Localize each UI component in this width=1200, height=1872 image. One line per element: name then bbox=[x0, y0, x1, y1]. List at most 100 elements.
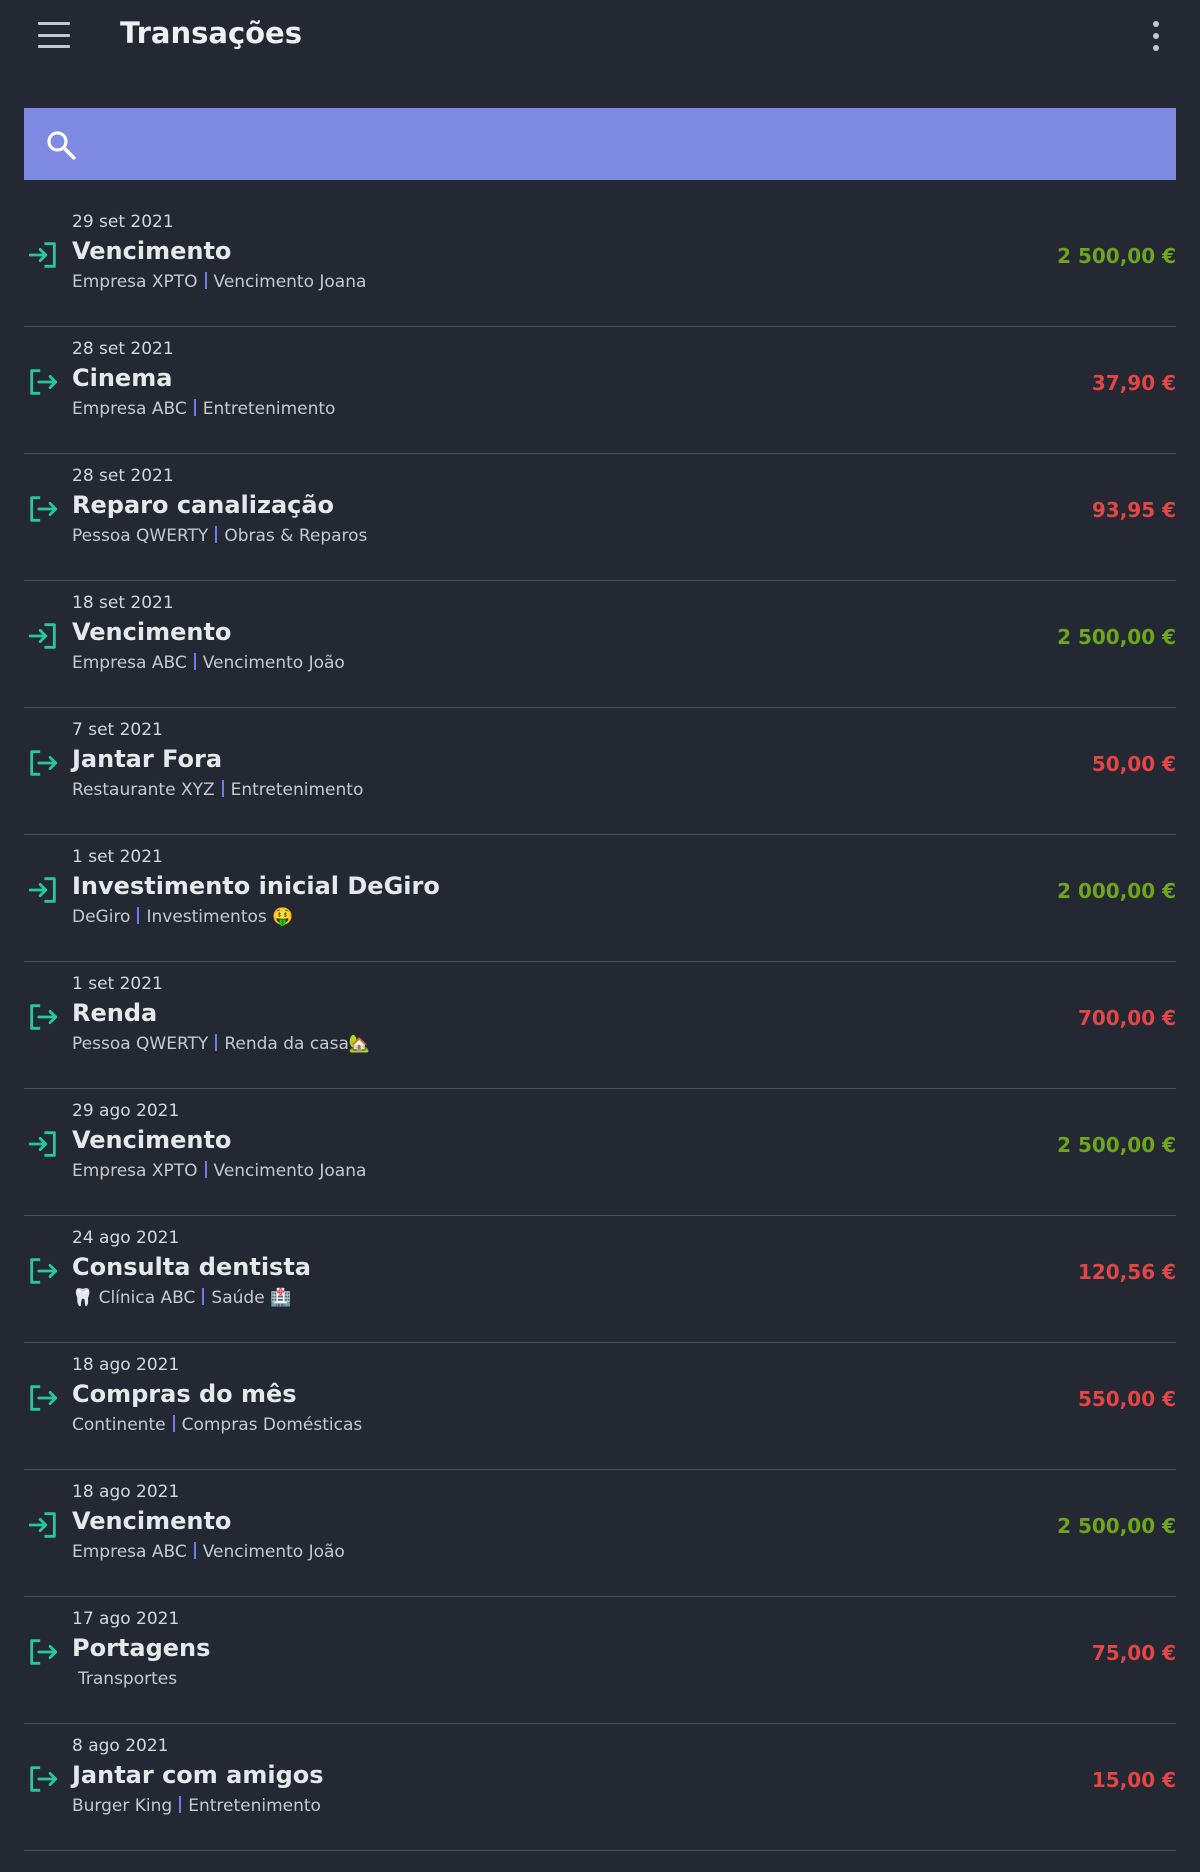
meta-separator bbox=[193, 1542, 196, 1559]
transaction-row[interactable]: 18 set 2021 Vencimento Empresa ABC Vencim… bbox=[24, 581, 1176, 708]
transaction-category: Entretenimento bbox=[230, 780, 364, 800]
transaction-entity: Continente bbox=[72, 1415, 166, 1435]
transaction-category: Investimentos 🤑 bbox=[146, 907, 294, 927]
meta-separator bbox=[137, 907, 140, 924]
transaction-entity: 🦷 Clínica ABC bbox=[72, 1288, 196, 1308]
transaction-row[interactable]: 29 ago 2021 Vencimento Empresa XPTO Venci… bbox=[24, 1089, 1176, 1216]
transaction-category: Entretenimento bbox=[202, 399, 336, 419]
transaction-meta: Empresa XPTO Vencimento Joana bbox=[72, 1161, 366, 1181]
transaction-name: Compras do mês bbox=[72, 1380, 297, 1408]
transaction-category: Saúde 🏥 bbox=[211, 1288, 292, 1308]
transaction-row[interactable]: 24 ago 2021 Consulta dentista 🦷 Clínica … bbox=[24, 1216, 1176, 1343]
more-vertical-icon[interactable] bbox=[1150, 21, 1162, 51]
transaction-category: Transportes bbox=[78, 1669, 178, 1689]
transaction-meta: Empresa ABC Entretenimento bbox=[72, 399, 335, 419]
transaction-row[interactable]: 1 set 2021 Investimento inicial DeGiro D… bbox=[24, 835, 1176, 962]
login-arrow-icon bbox=[28, 623, 56, 649]
meta-separator bbox=[204, 272, 207, 289]
transaction-row[interactable]: 28 set 2021 Cinema Empresa ABC Entretenim… bbox=[24, 327, 1176, 454]
meta-separator bbox=[204, 1161, 207, 1178]
logout-arrow-icon bbox=[30, 1639, 58, 1665]
logout-arrow-icon bbox=[30, 1766, 58, 1792]
transaction-date: 7 set 2021 bbox=[72, 720, 163, 740]
meta-separator bbox=[215, 1034, 218, 1051]
transaction-name: Portagens bbox=[72, 1634, 211, 1662]
transaction-date: 8 ago 2021 bbox=[72, 1736, 169, 1756]
transaction-entity: Pessoa QWERTY bbox=[72, 1034, 209, 1054]
transaction-date: 18 ago 2021 bbox=[72, 1355, 180, 1375]
transaction-date: 1 set 2021 bbox=[72, 847, 163, 867]
meta-separator bbox=[221, 780, 224, 797]
transaction-name: Consulta dentista bbox=[72, 1253, 312, 1281]
transaction-meta: Restaurante XYZ Entretenimento bbox=[72, 780, 363, 800]
login-arrow-icon bbox=[28, 877, 56, 903]
transaction-entity: Restaurante XYZ bbox=[72, 780, 215, 800]
transaction-name: Investimento inicial DeGiro bbox=[72, 872, 440, 900]
logout-arrow-icon bbox=[30, 369, 58, 395]
transaction-category: Vencimento Joana bbox=[213, 272, 367, 292]
transaction-row[interactable]: 17 ago 2021 Portagens Transportes 75,00 … bbox=[24, 1597, 1176, 1724]
transaction-category: Vencimento João bbox=[202, 653, 345, 673]
transaction-date: 17 ago 2021 bbox=[72, 1609, 180, 1629]
transaction-entity: Empresa XPTO bbox=[72, 1161, 198, 1181]
transaction-name: Vencimento bbox=[72, 618, 232, 646]
hamburger-menu-icon[interactable] bbox=[38, 22, 70, 48]
search-input[interactable] bbox=[104, 108, 1158, 182]
transaction-meta: Empresa XPTO Vencimento Joana bbox=[72, 272, 366, 292]
transaction-date: 24 ago 2021 bbox=[72, 1228, 180, 1248]
transaction-category: Entretenimento bbox=[188, 1796, 321, 1816]
transaction-amount: 2 000,00 € bbox=[1057, 879, 1176, 903]
search-bar[interactable] bbox=[24, 108, 1176, 182]
app-bar: Transações bbox=[0, 0, 1200, 72]
meta-separator bbox=[193, 399, 196, 416]
transaction-row[interactable]: 18 ago 2021 Vencimento Empresa ABC Vencim… bbox=[24, 1470, 1176, 1597]
transaction-row[interactable]: 8 ago 2021 Jantar com amigos Burger King… bbox=[24, 1724, 1176, 1851]
transaction-date: 29 set 2021 bbox=[72, 212, 174, 232]
transaction-name: Reparo canalização bbox=[72, 491, 335, 519]
transaction-meta: DeGiro Investimentos 🤑 bbox=[72, 907, 293, 927]
transaction-amount: 700,00 € bbox=[1077, 1006, 1176, 1030]
transaction-entity: Empresa ABC bbox=[72, 653, 187, 673]
transaction-amount: 120,56 € bbox=[1077, 1260, 1176, 1284]
transaction-row[interactable]: 28 set 2021 Reparo canalização Pessoa QW… bbox=[24, 454, 1176, 581]
transaction-category: Obras & Reparos bbox=[224, 526, 368, 546]
transaction-date: 18 set 2021 bbox=[72, 593, 174, 613]
transaction-category: Renda da casa🏡 bbox=[224, 1034, 371, 1054]
transaction-amount: 2 500,00 € bbox=[1057, 1514, 1176, 1538]
transaction-date: 1 set 2021 bbox=[72, 974, 163, 994]
page-title: Transações bbox=[120, 16, 302, 50]
transaction-entity: DeGiro bbox=[72, 907, 131, 927]
login-arrow-icon bbox=[28, 242, 56, 268]
transaction-meta: Transportes bbox=[72, 1669, 177, 1689]
transaction-amount: 2 500,00 € bbox=[1057, 625, 1176, 649]
transaction-amount: 50,00 € bbox=[1091, 752, 1176, 776]
transaction-name: Renda bbox=[72, 999, 158, 1027]
transaction-entity: Empresa ABC bbox=[72, 1542, 187, 1562]
transaction-amount: 75,00 € bbox=[1091, 1641, 1176, 1665]
transaction-amount: 550,00 € bbox=[1077, 1387, 1176, 1411]
transaction-amount: 37,90 € bbox=[1091, 371, 1176, 395]
logout-arrow-icon bbox=[30, 1385, 58, 1411]
transaction-name: Vencimento bbox=[72, 1126, 232, 1154]
transaction-name: Vencimento bbox=[72, 1507, 232, 1535]
transaction-amount: 2 500,00 € bbox=[1057, 244, 1176, 268]
transaction-meta: Pessoa QWERTY Renda da casa🏡 bbox=[72, 1034, 370, 1054]
transaction-row[interactable]: 29 set 2021 Vencimento Empresa XPTO Venci… bbox=[24, 200, 1176, 327]
logout-arrow-icon bbox=[30, 1004, 58, 1030]
transaction-meta: Empresa ABC Vencimento João bbox=[72, 653, 345, 673]
transaction-row[interactable]: 7 set 2021 Jantar Fora Restaurante XYZ En… bbox=[24, 708, 1176, 835]
transaction-date: 28 set 2021 bbox=[72, 466, 174, 486]
transaction-entity: Empresa XPTO bbox=[72, 272, 198, 292]
logout-arrow-icon bbox=[30, 496, 58, 522]
logout-arrow-icon bbox=[30, 1258, 58, 1284]
transaction-meta: Continente Compras Domésticas bbox=[72, 1415, 362, 1435]
transaction-category: Compras Domésticas bbox=[181, 1415, 363, 1435]
transaction-date: 28 set 2021 bbox=[72, 339, 174, 359]
transaction-row[interactable]: 18 ago 2021 Compras do mês Continente Com… bbox=[24, 1343, 1176, 1470]
transaction-entity: Empresa ABC bbox=[72, 399, 187, 419]
login-arrow-icon bbox=[28, 1512, 56, 1538]
transaction-row[interactable]: 1 set 2021 Renda Pessoa QWERTY Renda da c… bbox=[24, 962, 1176, 1089]
search-icon bbox=[47, 131, 76, 160]
transaction-entity: Pessoa QWERTY bbox=[72, 526, 209, 546]
transaction-date: 29 ago 2021 bbox=[72, 1101, 180, 1121]
